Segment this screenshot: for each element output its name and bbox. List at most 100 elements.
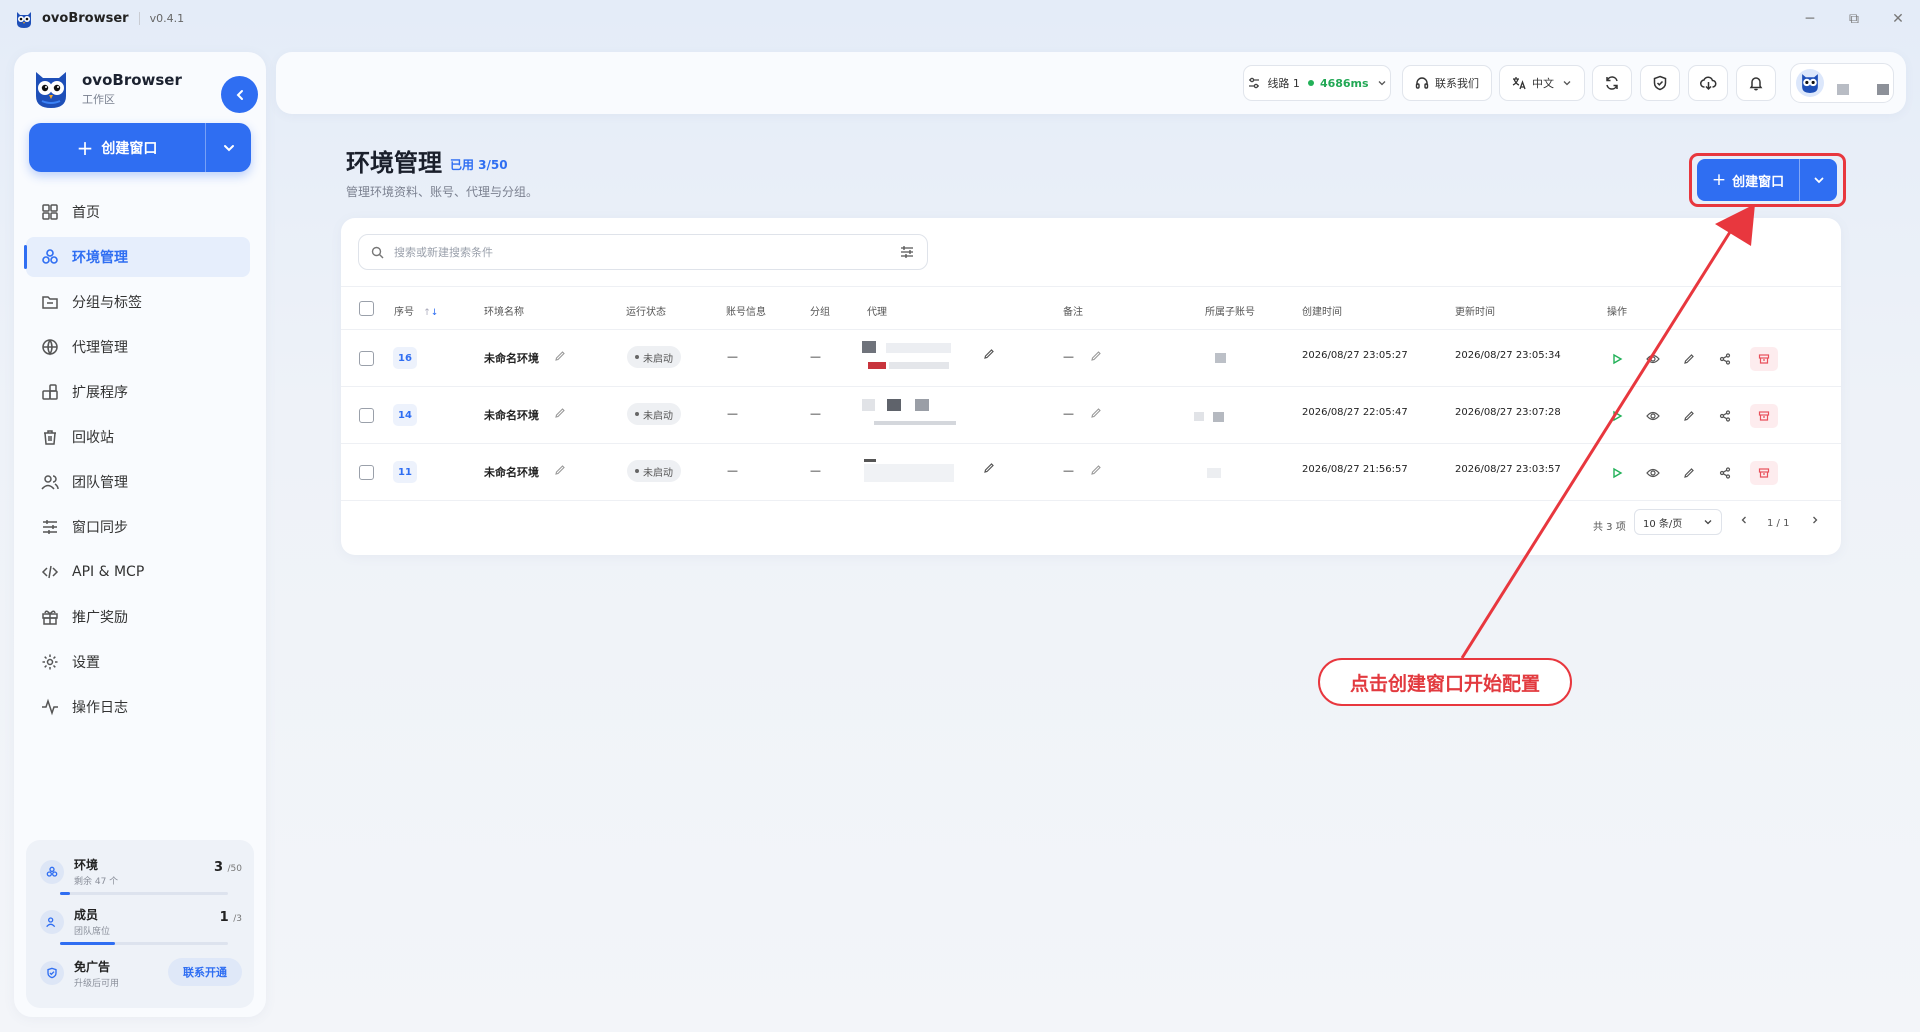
quota-env-title: 环境 <box>74 858 99 872</box>
edit-button[interactable] <box>1678 462 1700 484</box>
edit-name-icon[interactable] <box>554 407 566 419</box>
title-bar: ovoBrowser v0.4.1 ─ ⧉ ✕ <box>0 0 1920 37</box>
share-button[interactable] <box>1714 348 1736 370</box>
filter-settings-button[interactable] <box>887 245 927 259</box>
share-button[interactable] <box>1714 462 1736 484</box>
redacted-sub-account <box>1215 353 1226 363</box>
sidebar-item-settings[interactable]: 设置 <box>26 642 250 682</box>
edit-note-icon[interactable] <box>1090 464 1102 476</box>
pencil-icon <box>1684 411 1694 421</box>
sidebar-item-groups[interactable]: 分组与标签 <box>26 282 250 322</box>
header-account: 账号信息 <box>726 307 766 318</box>
create-window-dropdown[interactable] <box>205 123 251 172</box>
next-page-button[interactable] <box>1810 515 1820 528</box>
sidebar-item-api-mcp[interactable]: API & MCP <box>26 552 250 592</box>
chevron-left-icon <box>236 89 243 100</box>
select-all-checkbox[interactable] <box>359 301 374 316</box>
table-header: 序号 ↑↓ 环境名称 运行状态 账号信息 分组 代理 备注 所属子账号 创建时间… <box>341 286 1841 330</box>
launch-button[interactable] <box>1606 462 1628 484</box>
updated-time: 2026/08/27 23:07:28 <box>1455 407 1561 418</box>
brand-name: ovoBrowser <box>82 71 182 89</box>
chevron-down-icon <box>1704 520 1712 525</box>
line-selector[interactable]: 线路 1 4686ms <box>1243 65 1391 101</box>
header-sub-account: 所属子账号 <box>1205 307 1255 318</box>
share-button[interactable] <box>1714 405 1736 427</box>
window-controls: ─ ⧉ ✕ <box>1788 0 1920 37</box>
sidebar-item-proxies[interactable]: 代理管理 <box>26 327 250 367</box>
language-selector[interactable]: 中文 <box>1499 65 1585 101</box>
note-value: — <box>1063 407 1074 420</box>
refresh-button[interactable] <box>1592 65 1632 101</box>
minimize-button[interactable]: ─ <box>1788 0 1832 37</box>
note-value: — <box>1063 350 1074 363</box>
sidebar-item-referral[interactable]: 推广奖励 <box>26 597 250 637</box>
launch-button[interactable] <box>1606 348 1628 370</box>
brand-subtitle: 工作区 <box>82 93 115 106</box>
redacted-proxy <box>864 464 954 482</box>
header-index[interactable]: 序号 ↑↓ <box>394 303 438 318</box>
redacted-proxy <box>864 459 876 462</box>
eye-icon <box>1646 411 1660 421</box>
delete-button[interactable] <box>1750 461 1778 485</box>
quota-adfree-title: 免广告 <box>74 959 111 974</box>
annotation-callout: 点击创建窗口开始配置 <box>1318 658 1572 706</box>
redacted-username <box>1877 84 1889 95</box>
route-icon <box>1249 77 1260 89</box>
edit-name-icon[interactable] <box>554 350 566 362</box>
quota-env-value: 3 /50 <box>213 860 242 875</box>
globe-icon <box>40 337 60 357</box>
collapse-sidebar-button[interactable] <box>221 76 258 113</box>
sidebar: ovoBrowser 工作区 + 创建窗口 首页 环境管理 分组与标签 代理管理… <box>14 52 266 1017</box>
puzzle-icon <box>40 382 60 402</box>
row-checkbox[interactable] <box>359 351 374 366</box>
edit-note-icon[interactable] <box>1090 350 1102 362</box>
app-version: v0.4.1 <box>149 12 185 25</box>
sidebar-item-logs[interactable]: 操作日志 <box>26 687 250 727</box>
edit-name-icon[interactable] <box>554 464 566 476</box>
page-size-select[interactable]: 10 条/页 <box>1634 509 1722 535</box>
create-window-button-sidebar: + 创建窗口 <box>29 123 251 172</box>
sidebar-item-home[interactable]: 首页 <box>26 192 250 232</box>
cloud-sync-button[interactable] <box>1688 65 1728 101</box>
edit-note-icon[interactable] <box>1090 407 1102 419</box>
contact-us-label: 联系我们 <box>1435 77 1479 90</box>
user-menu[interactable] <box>1790 63 1894 103</box>
sidebar-item-extensions[interactable]: 扩展程序 <box>26 372 250 412</box>
row-actions <box>1606 404 1792 428</box>
create-window-main[interactable]: + 创建窗口 <box>29 123 205 172</box>
prev-page-button[interactable] <box>1739 515 1749 528</box>
security-button[interactable] <box>1640 65 1680 101</box>
redacted-proxy <box>862 399 875 411</box>
restore-button[interactable]: ⧉ <box>1832 0 1876 37</box>
edit-button[interactable] <box>1678 348 1700 370</box>
sidebar-item-label: 设置 <box>72 655 100 671</box>
flag-icon <box>868 362 886 369</box>
table-row: 16 未命名环境 未启动 — — — 2026/08/27 23:05:27 2… <box>341 330 1841 387</box>
group-value: — <box>810 350 821 363</box>
sidebar-item-environments[interactable]: 环境管理 <box>24 237 250 277</box>
row-checkbox[interactable] <box>359 465 374 480</box>
edit-proxy-icon[interactable] <box>983 348 995 360</box>
search-input[interactable] <box>394 245 887 259</box>
close-button[interactable]: ✕ <box>1876 0 1920 37</box>
delete-button[interactable] <box>1750 404 1778 428</box>
view-button[interactable] <box>1642 348 1664 370</box>
view-button[interactable] <box>1642 462 1664 484</box>
quota-panel: 环境 剩余 47 个 3 /50 成员 团队席位 1 /3 免广告 升级后可用 … <box>26 840 254 1008</box>
pencil-icon <box>1684 468 1694 478</box>
sidebar-item-team[interactable]: 团队管理 <box>26 462 250 502</box>
view-button[interactable] <box>1642 405 1664 427</box>
status-badge: 未启动 <box>627 346 681 368</box>
row-checkbox[interactable] <box>359 408 374 423</box>
delete-button[interactable] <box>1750 347 1778 371</box>
contact-activate-button[interactable]: 联系开通 <box>168 958 242 986</box>
edit-proxy-icon[interactable] <box>983 462 995 474</box>
launch-button[interactable] <box>1606 405 1628 427</box>
sidebar-item-window-sync[interactable]: 窗口同步 <box>26 507 250 547</box>
line-label: 线路 1 <box>1267 77 1300 90</box>
notifications-button[interactable] <box>1736 65 1776 101</box>
sidebar-item-recycle-bin[interactable]: 回收站 <box>26 417 250 457</box>
contact-us-button[interactable]: 联系我们 <box>1402 65 1492 101</box>
edit-button[interactable] <box>1678 405 1700 427</box>
avatar <box>1796 69 1824 97</box>
